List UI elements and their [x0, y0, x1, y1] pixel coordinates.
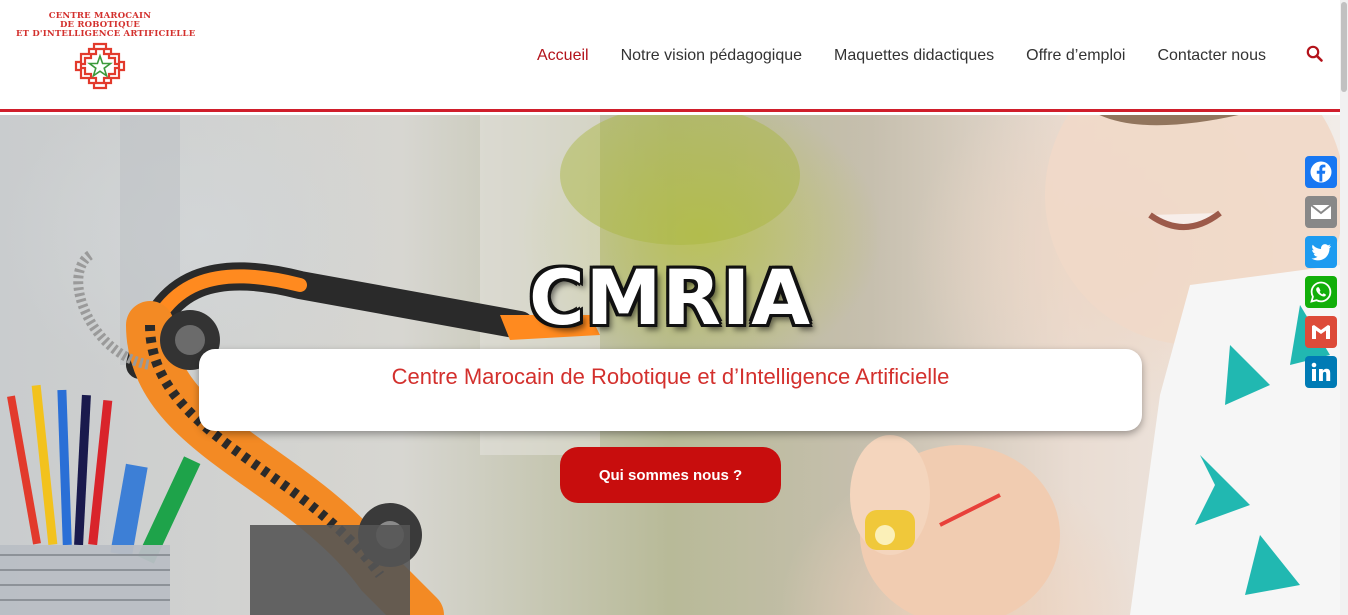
gmail-share-button[interactable]: [1305, 316, 1337, 348]
twitter-share-button[interactable]: [1305, 236, 1337, 268]
twitter-icon: [1311, 244, 1331, 261]
search-button[interactable]: [1305, 44, 1325, 64]
email-share-button[interactable]: [1305, 196, 1337, 228]
site-logo[interactable]: CENTRE MAROCAIN DE ROBOTIQUE ET D'INTELL…: [16, 12, 196, 96]
facebook-icon: [1310, 161, 1332, 183]
logo-emblem-icon: [74, 42, 126, 90]
linkedin-share-button[interactable]: [1305, 356, 1337, 388]
gmail-icon: [1312, 325, 1330, 339]
site-header: CENTRE MAROCAIN DE ROBOTIQUE ET D'INTELL…: [0, 0, 1340, 112]
social-share-bar: [1305, 156, 1337, 396]
linkedin-icon: [1311, 362, 1331, 381]
main-nav: Accueil Notre vision pédagogique Maquett…: [537, 45, 1298, 67]
search-icon: [1306, 45, 1323, 62]
nav-item-accueil[interactable]: Accueil: [537, 47, 589, 65]
facebook-share-button[interactable]: [1305, 156, 1337, 188]
whatsapp-share-button[interactable]: [1305, 276, 1337, 308]
hero-section: CMRIA Centre Marocain de Robotique et d’…: [0, 115, 1340, 615]
nav-item-maquettes-didactiques[interactable]: Maquettes didactiques: [834, 47, 994, 65]
scrollbar-thumb[interactable]: [1341, 2, 1347, 92]
logo-text-line-3: ET D'INTELLIGENCE ARTIFICIELLE: [16, 29, 196, 39]
nav-item-offre-emploi[interactable]: Offre d’emploi: [1026, 47, 1125, 65]
nav-item-contacter-nous[interactable]: Contacter nous: [1157, 47, 1266, 65]
email-icon: [1310, 204, 1332, 219]
page-scrollbar[interactable]: [1340, 0, 1348, 615]
whatsapp-icon: [1310, 281, 1332, 303]
hero-subtitle-card: Centre Marocain de Robotique et d’Intell…: [199, 349, 1142, 431]
qui-sommes-nous-button[interactable]: Qui sommes nous ?: [560, 447, 781, 503]
hero-subtitle: Centre Marocain de Robotique et d’Intell…: [391, 364, 950, 389]
hero-title: CMRIA: [528, 253, 812, 342]
nav-item-vision-pedagogique[interactable]: Notre vision pédagogique: [621, 47, 802, 65]
